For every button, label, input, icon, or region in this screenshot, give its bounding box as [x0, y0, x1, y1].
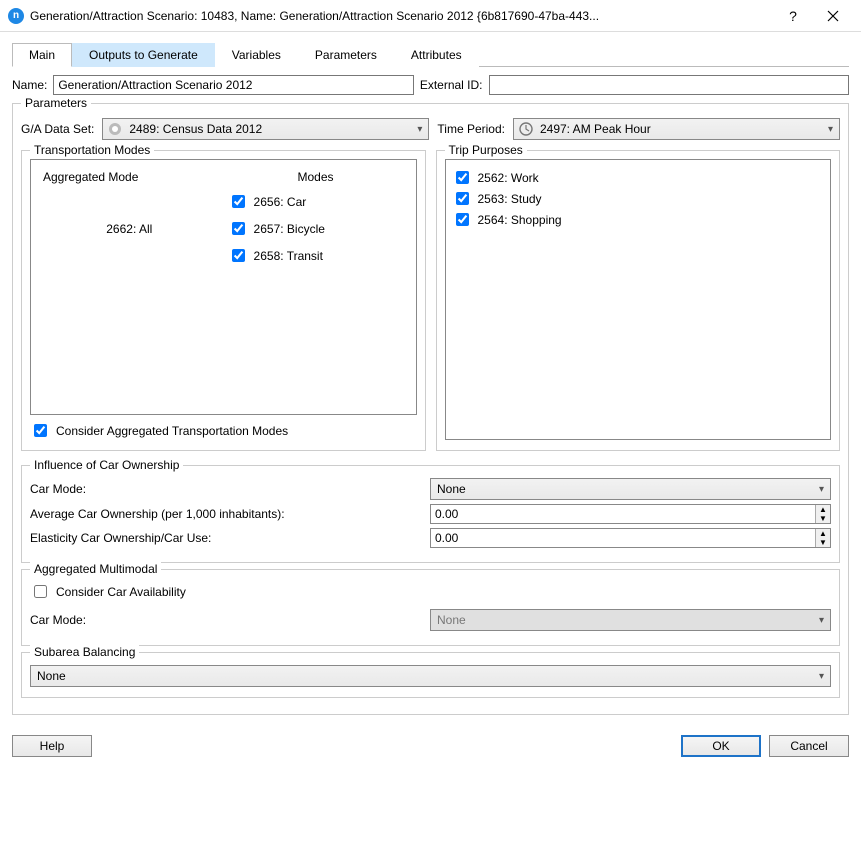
titlebar: n Generation/Attraction Scenario: 10483,…	[0, 0, 861, 32]
mode-car-label: 2656: Car	[254, 195, 307, 209]
transportation-modes-box: Aggregated Mode Modes 2662: All	[30, 159, 417, 415]
subarea-balancing-select[interactable]: None ▾	[30, 665, 831, 687]
tab-variables[interactable]: Variables	[215, 43, 298, 67]
parameters-legend: Parameters	[21, 96, 91, 110]
consider-car-availability-input[interactable]	[34, 585, 47, 598]
dataset-label: G/A Data Set:	[21, 122, 94, 136]
subarea-balancing-group: Subarea Balancing None ▾	[21, 652, 840, 698]
car-mode-select[interactable]: None ▾	[430, 478, 831, 500]
elasticity-label: Elasticity Car Ownership/Car Use:	[30, 531, 430, 545]
spin-up-icon[interactable]: ▲	[816, 505, 830, 514]
aggregated-multimodal-legend: Aggregated Multimodal	[30, 562, 161, 576]
dialog-content: Main Outputs to Generate Variables Param…	[0, 32, 861, 729]
close-titlebar-button[interactable]	[813, 2, 853, 30]
aggregated-multimodal-group: Aggregated Multimodal Consider Car Avail…	[21, 569, 840, 646]
transportation-modes-legend: Transportation Modes	[30, 143, 154, 157]
timeperiod-select[interactable]: 2497: AM Peak Hour ▾	[513, 118, 840, 140]
modes-purposes-row: Transportation Modes Aggregated Mode Mod…	[21, 150, 840, 457]
chevron-down-icon: ▾	[819, 671, 824, 682]
agg-car-mode-label: Car Mode:	[30, 613, 430, 627]
agg-car-mode-value: None	[437, 613, 466, 627]
cancel-button[interactable]: Cancel	[769, 735, 849, 757]
subarea-balancing-legend: Subarea Balancing	[30, 645, 139, 659]
tab-parameters[interactable]: Parameters	[298, 43, 394, 67]
dialog-footer: Help OK Cancel	[0, 729, 861, 767]
consider-aggregated-modes-label: Consider Aggregated Transportation Modes	[56, 424, 288, 438]
avg-ownership-input[interactable]	[431, 505, 815, 523]
tab-outputs[interactable]: Outputs to Generate	[72, 43, 215, 67]
car-ownership-group: Influence of Car Ownership Car Mode: Non…	[21, 465, 840, 563]
trip-purposes-legend: Trip Purposes	[445, 143, 527, 157]
tab-bar: Main Outputs to Generate Variables Param…	[12, 42, 849, 67]
car-ownership-legend: Influence of Car Ownership	[30, 458, 183, 472]
purpose-work-label: 2562: Work	[478, 171, 539, 185]
purpose-work-input[interactable]	[456, 171, 469, 184]
app-icon: n	[8, 8, 24, 24]
mode-bicycle-input[interactable]	[232, 222, 245, 235]
help-button[interactable]: Help	[12, 735, 92, 757]
elasticity-spin[interactable]: ▲ ▼	[430, 528, 831, 548]
timeperiod-value: 2497: AM Peak Hour	[540, 122, 651, 136]
aggregated-mode-header: Aggregated Mode	[37, 166, 222, 188]
dataset-icon	[107, 121, 123, 137]
tab-attributes[interactable]: Attributes	[394, 43, 479, 67]
purpose-study-checkbox[interactable]: 2563: Study	[452, 189, 825, 208]
aggregated-mode-value: 2662: All	[106, 222, 152, 236]
avg-ownership-spin[interactable]: ▲ ▼	[430, 504, 831, 524]
spin-down-icon[interactable]: ▼	[816, 514, 830, 523]
external-id-input[interactable]	[489, 75, 849, 95]
modes-header: Modes	[222, 166, 410, 188]
transportation-modes-group: Transportation Modes Aggregated Mode Mod…	[21, 150, 426, 457]
name-row: Name: External ID:	[12, 75, 849, 95]
mode-bicycle-checkbox[interactable]: 2657: Bicycle	[228, 219, 404, 238]
chevron-down-icon: ▾	[819, 615, 824, 626]
trip-purposes-box: 2562: Work 2563: Study 2564: Shopping	[445, 159, 832, 440]
mode-transit-input[interactable]	[232, 249, 245, 262]
consider-aggregated-modes-input[interactable]	[34, 424, 47, 437]
dataset-value: 2489: Census Data 2012	[129, 122, 262, 136]
clock-icon	[518, 121, 534, 137]
car-mode-label: Car Mode:	[30, 482, 430, 496]
purpose-shopping-label: 2564: Shopping	[478, 213, 562, 227]
dataset-timeperiod-row: G/A Data Set: 2489: Census Data 2012 ▾ T…	[21, 118, 840, 140]
purpose-work-checkbox[interactable]: 2562: Work	[452, 168, 825, 187]
purpose-study-label: 2563: Study	[478, 192, 542, 206]
tab-main[interactable]: Main	[12, 43, 72, 67]
subarea-balancing-value: None	[37, 669, 66, 683]
elasticity-input[interactable]	[431, 529, 815, 547]
chevron-down-icon: ▾	[417, 124, 422, 135]
car-mode-value: None	[437, 482, 466, 496]
consider-car-availability-label: Consider Car Availability	[56, 585, 186, 599]
purpose-shopping-checkbox[interactable]: 2564: Shopping	[452, 210, 825, 229]
name-label: Name:	[12, 78, 47, 92]
window-title: Generation/Attraction Scenario: 10483, N…	[24, 9, 773, 23]
ok-button[interactable]: OK	[681, 735, 761, 757]
chevron-down-icon: ▾	[819, 484, 824, 495]
timeperiod-label: Time Period:	[437, 122, 505, 136]
mode-transit-label: 2658: Transit	[254, 249, 323, 263]
spin-up-icon[interactable]: ▲	[816, 529, 830, 538]
purpose-shopping-input[interactable]	[456, 213, 469, 226]
external-id-label: External ID:	[420, 78, 483, 92]
dataset-select[interactable]: 2489: Census Data 2012 ▾	[102, 118, 429, 140]
mode-bicycle-label: 2657: Bicycle	[254, 222, 325, 236]
purpose-study-input[interactable]	[456, 192, 469, 205]
consider-car-availability-checkbox[interactable]: Consider Car Availability	[30, 582, 831, 601]
close-icon	[827, 10, 839, 22]
trip-purposes-group: Trip Purposes 2562: Work 2563: Study	[436, 150, 841, 457]
help-titlebar-button[interactable]: ?	[773, 2, 813, 30]
mode-car-input[interactable]	[232, 195, 245, 208]
agg-car-mode-select: None ▾	[430, 609, 831, 631]
consider-aggregated-modes-checkbox[interactable]: Consider Aggregated Transportation Modes	[30, 421, 417, 440]
spin-down-icon[interactable]: ▼	[816, 538, 830, 547]
mode-transit-checkbox[interactable]: 2658: Transit	[228, 246, 404, 265]
parameters-group: Parameters G/A Data Set: 2489: Census Da…	[12, 103, 849, 715]
chevron-down-icon: ▾	[828, 124, 833, 135]
name-input[interactable]	[53, 75, 413, 95]
mode-car-checkbox[interactable]: 2656: Car	[228, 192, 404, 211]
avg-ownership-label: Average Car Ownership (per 1,000 inhabit…	[30, 507, 430, 521]
